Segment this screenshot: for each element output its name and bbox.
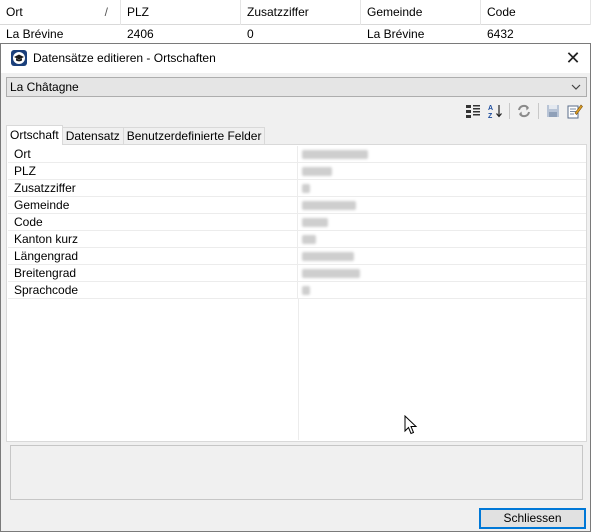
table-cell: 2406 xyxy=(127,27,154,41)
mouse-cursor-icon xyxy=(404,414,418,438)
svg-text:A: A xyxy=(488,105,493,112)
redacted-value xyxy=(302,234,316,244)
property-toolbar: A Z xyxy=(462,100,586,122)
property-value[interactable] xyxy=(298,197,586,213)
column-header-label: Gemeinde xyxy=(367,5,423,19)
column-header-plz[interactable]: PLZ xyxy=(121,0,241,25)
property-grid: Ort PLZ Zusatzziffer Gemeinde Code Kanto… xyxy=(8,146,586,440)
property-row-breitengrad[interactable]: Breitengrad xyxy=(8,265,586,282)
table-row[interactable]: La Brévine 2406 0 La Brévine 6432 xyxy=(0,25,591,43)
dialog-titlebar[interactable]: Datensätze editieren - Ortschaften ✕ xyxy=(1,44,590,73)
tab-benutzerdefinierte-felder[interactable]: Benutzerdefinierte Felder xyxy=(122,127,266,145)
table-cell: 0 xyxy=(247,27,254,41)
property-row-zusatzziffer[interactable]: Zusatzziffer xyxy=(8,180,586,197)
property-panel: Ort PLZ Zusatzziffer Gemeinde Code Kanto… xyxy=(6,144,587,442)
column-header-label: Code xyxy=(487,5,516,19)
save-icon[interactable] xyxy=(542,100,564,122)
property-row-kanton-kurz[interactable]: Kanton kurz xyxy=(8,231,586,248)
redacted-value xyxy=(302,268,360,278)
property-value[interactable] xyxy=(298,265,586,281)
property-row-laengengrad[interactable]: Längengrad xyxy=(8,248,586,265)
property-row-code[interactable]: Code xyxy=(8,214,586,231)
property-name: Sprachcode xyxy=(8,282,298,298)
column-divider xyxy=(298,299,299,440)
property-row-plz[interactable]: PLZ xyxy=(8,163,586,180)
toolbar-divider xyxy=(509,103,510,119)
toolbar-divider xyxy=(538,103,539,119)
property-value[interactable] xyxy=(298,231,586,247)
property-name: Breitengrad xyxy=(8,265,298,281)
sort-indicator: / xyxy=(104,5,108,19)
column-header-gemeinde[interactable]: Gemeinde xyxy=(361,0,481,25)
column-header-code[interactable]: Code xyxy=(481,0,591,25)
table-cell: La Brévine xyxy=(6,27,64,41)
tab-ortschaft[interactable]: Ortschaft xyxy=(6,125,63,145)
tab-datensatz[interactable]: Datensatz xyxy=(61,127,124,145)
property-name: Zusatzziffer xyxy=(8,180,298,196)
property-row-ort[interactable]: Ort xyxy=(8,146,586,163)
property-name: Ort xyxy=(8,146,298,162)
property-name: PLZ xyxy=(8,163,298,179)
property-row-gemeinde[interactable]: Gemeinde xyxy=(8,197,586,214)
column-header-zusatzziffer[interactable]: Zusatzziffer xyxy=(241,0,361,25)
svg-text:Z: Z xyxy=(488,113,493,119)
property-value[interactable] xyxy=(298,248,586,264)
property-value[interactable] xyxy=(298,180,586,196)
close-icon[interactable]: ✕ xyxy=(556,44,590,73)
property-name: Gemeinde xyxy=(8,197,298,213)
column-header-ort[interactable]: Ort / xyxy=(0,0,121,25)
property-name: Code xyxy=(8,214,298,230)
column-header-label: PLZ xyxy=(127,5,150,19)
dialog-tabs: Ortschaft Datensatz Benutzerdefinierte F… xyxy=(6,125,266,145)
redacted-value xyxy=(302,149,368,159)
redacted-value xyxy=(302,217,328,227)
redacted-value xyxy=(302,200,356,210)
property-value[interactable] xyxy=(298,163,586,179)
chevron-down-icon xyxy=(570,78,582,96)
graduation-cap-icon xyxy=(11,50,27,66)
property-name: Kanton kurz xyxy=(8,231,298,247)
grid-header: Ort / PLZ Zusatzziffer Gemeinde Code xyxy=(0,0,591,25)
property-description-box xyxy=(10,445,583,500)
property-row-sprachcode[interactable]: Sprachcode xyxy=(8,282,586,299)
categorized-view-icon[interactable] xyxy=(462,100,484,122)
redacted-value xyxy=(302,166,332,176)
sort-alpha-icon[interactable]: A Z xyxy=(484,100,506,122)
edit-records-dialog: Datensätze editieren - Ortschaften ✕ La … xyxy=(0,43,591,532)
column-header-label: Ort xyxy=(6,5,23,19)
dialog-title: Datensätze editieren - Ortschaften xyxy=(33,51,216,65)
property-name: Längengrad xyxy=(8,248,298,264)
close-button[interactable]: Schliessen xyxy=(479,508,586,529)
redacted-value xyxy=(302,183,310,193)
refresh-icon[interactable] xyxy=(513,100,535,122)
column-header-label: Zusatzziffer xyxy=(247,5,309,19)
redacted-value xyxy=(302,285,310,295)
property-value[interactable] xyxy=(298,282,586,298)
edit-icon[interactable] xyxy=(564,100,586,122)
redacted-value xyxy=(302,251,354,261)
record-select[interactable]: La Châtagne xyxy=(6,77,587,97)
table-cell: 6432 xyxy=(487,27,514,41)
table-cell: La Brévine xyxy=(367,27,425,41)
property-value[interactable] xyxy=(298,146,586,162)
property-value[interactable] xyxy=(298,214,586,230)
record-select-value: La Châtagne xyxy=(10,80,79,94)
